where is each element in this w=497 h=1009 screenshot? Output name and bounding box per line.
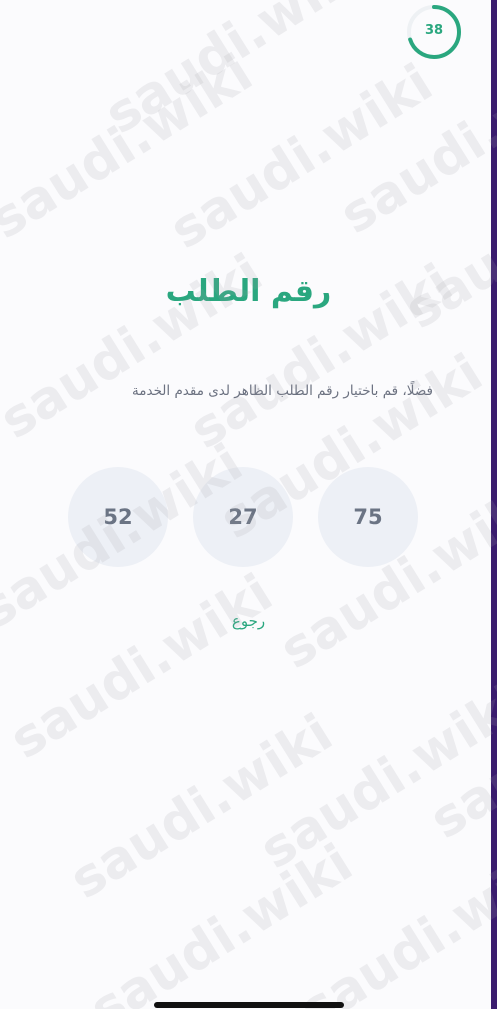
order-number-option[interactable]: 27 (193, 467, 293, 567)
watermark: saudi.wiki (80, 833, 363, 1009)
timer-seconds: 38 (424, 23, 444, 38)
watermark: saudi.wiki (290, 833, 497, 1009)
watermark: saudi.wiki (420, 643, 497, 851)
watermark: saudi.wiki (395, 133, 497, 341)
watermark: saudi.wiki (0, 43, 263, 251)
watermark: saudi.wiki (60, 703, 343, 911)
order-number-option[interactable]: 75 (318, 467, 418, 567)
home-indicator (154, 1002, 344, 1008)
watermark: saudi.wiki (330, 38, 497, 246)
watermark: saudi.wiki (250, 673, 497, 881)
watermark: saudi.wiki (160, 53, 443, 261)
countdown-timer: 38 (404, 2, 464, 62)
watermark: saudi.wiki (95, 0, 378, 146)
order-number-option[interactable]: 52 (68, 467, 168, 567)
order-number-options: 75 27 52 (0, 467, 497, 567)
instruction-text: فضلًا، قم باختيار رقم الطلب الظاهر لدى م… (132, 383, 433, 399)
watermark: saudi.wiki (0, 563, 283, 771)
page-title: رقم الطلب (165, 274, 332, 309)
back-link[interactable]: رجوع (0, 612, 497, 630)
